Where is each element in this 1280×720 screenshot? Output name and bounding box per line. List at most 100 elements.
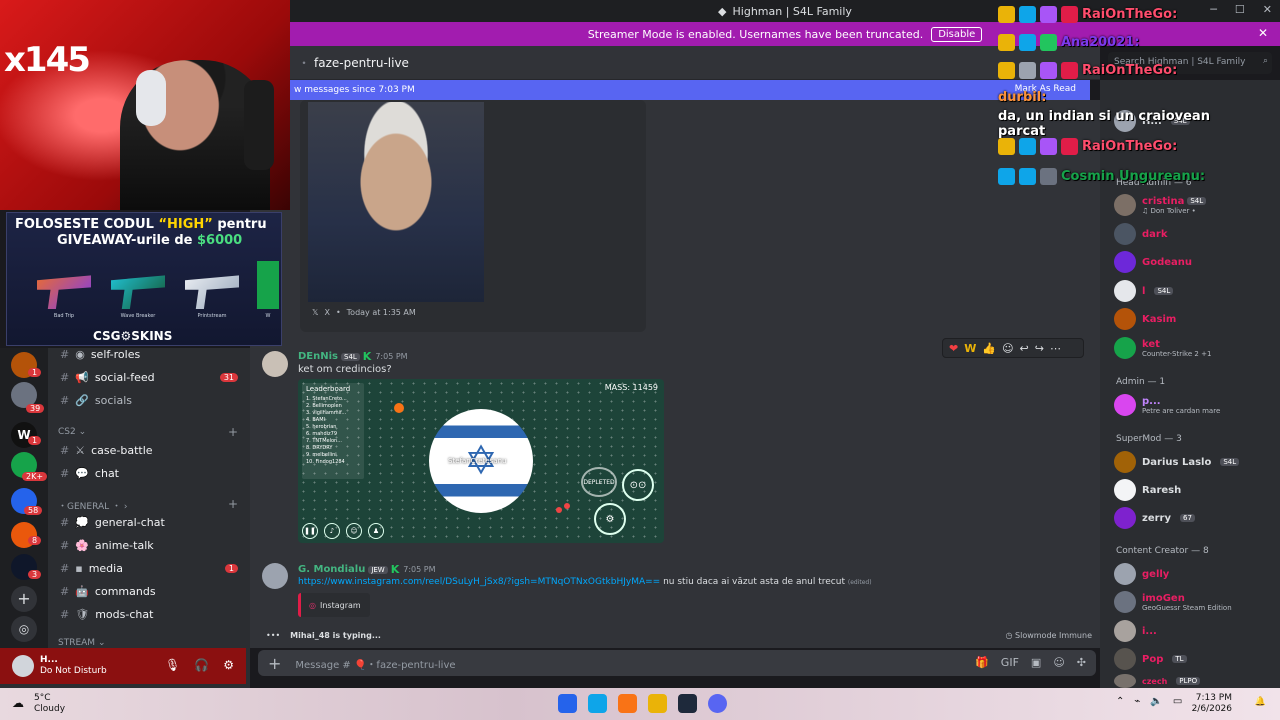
split-button[interactable]: ⊙⊙ bbox=[622, 469, 654, 501]
add-channel-icon[interactable]: + bbox=[228, 425, 238, 439]
plus-icon[interactable]: + bbox=[268, 654, 281, 673]
channel-media[interactable]: # ▪ media bbox=[60, 562, 123, 575]
badge-icon bbox=[1019, 138, 1036, 155]
member-item[interactable]: Raresh bbox=[1114, 479, 1181, 501]
message-author[interactable]: DEnNis bbox=[298, 351, 338, 362]
member-item[interactable]: cristina S4L ♫ Don Toliver • bbox=[1114, 194, 1207, 216]
game-screenshot[interactable]: Leaderboard 1. StefanCreto... 2. Bellimo… bbox=[298, 379, 664, 543]
member-item[interactable]: Godeanu bbox=[1114, 251, 1192, 273]
avatar[interactable] bbox=[262, 351, 288, 377]
volume-icon[interactable]: 🔈 bbox=[1150, 696, 1162, 707]
user-name: H... bbox=[40, 655, 58, 665]
channel-chat[interactable]: # 💬 chat bbox=[60, 467, 119, 480]
channel-socials[interactable]: # 🔗 socials bbox=[60, 394, 132, 407]
embed-image[interactable] bbox=[308, 102, 484, 302]
channel-general-chat[interactable]: # 💭 general-chat bbox=[60, 516, 165, 529]
tweet-embed[interactable]: 𝕏 X • Today at 1:35 AM bbox=[300, 100, 646, 332]
network-icon[interactable]: ⌁ bbox=[1134, 696, 1140, 707]
forward-icon[interactable]: ↪ bbox=[1035, 342, 1044, 355]
add-reaction-icon[interactable]: ☺ bbox=[1002, 342, 1013, 355]
start-icon[interactable] bbox=[558, 694, 577, 713]
member-item[interactable]: gelly bbox=[1114, 563, 1169, 585]
chat-line: RaiOnTheGo: bbox=[998, 6, 1177, 23]
brave-icon[interactable] bbox=[618, 694, 637, 713]
add-channel-icon[interactable]: + bbox=[228, 497, 238, 511]
member-item[interactable]: dark bbox=[1114, 223, 1168, 245]
member-name: i... bbox=[1142, 625, 1157, 637]
member-item[interactable]: Kasim bbox=[1114, 308, 1176, 330]
w-reaction-icon[interactable]: W bbox=[964, 342, 976, 355]
member-item[interactable]: czech PLPO bbox=[1114, 674, 1201, 688]
eject-button[interactable]: ⚙ bbox=[594, 503, 626, 535]
disable-streamer-mode-button[interactable]: Disable bbox=[931, 26, 983, 42]
badge-icon bbox=[998, 168, 1015, 185]
edited-label: (edited) bbox=[847, 579, 872, 586]
sub-icon bbox=[1061, 6, 1078, 23]
notification-icon[interactable]: 🔔 bbox=[1255, 697, 1266, 707]
channel-case-battle[interactable]: # ⚔ case-battle bbox=[60, 444, 153, 457]
member-item[interactable]: Pop TL bbox=[1114, 648, 1187, 670]
avatar[interactable] bbox=[262, 563, 288, 589]
steam-icon[interactable] bbox=[678, 694, 697, 713]
member-item[interactable]: Darius Laslo S4L bbox=[1114, 451, 1240, 473]
apps-icon[interactable]: ✣ bbox=[1077, 656, 1086, 669]
channel-anime-talk[interactable]: # 🌸 anime-talk bbox=[60, 539, 154, 552]
emoji-icon[interactable]: ☺ bbox=[1053, 656, 1064, 669]
avatar[interactable] bbox=[12, 655, 34, 677]
chevron-up-icon[interactable]: ⌃ bbox=[1116, 696, 1124, 707]
clock[interactable]: 7:13 PM 2/6/2026 bbox=[1192, 693, 1232, 715]
reply-icon[interactable]: ↩ bbox=[1020, 342, 1029, 355]
group-header: SuperMod — 3 bbox=[1116, 434, 1182, 444]
rifle-skin-image bbox=[257, 261, 279, 309]
instagram-icon: ◎ bbox=[309, 600, 316, 610]
chat-line: RaiOnTheGo: bbox=[998, 138, 1177, 155]
member-name: cristina bbox=[1142, 195, 1185, 207]
category-stream[interactable]: STREAM ⌄ bbox=[58, 638, 105, 648]
depleted-button[interactable]: DEPLETED bbox=[581, 467, 617, 497]
slowmode-indicator: ◷ Slowmode Immune bbox=[1005, 631, 1092, 640]
headphones-icon[interactable]: 🎧 bbox=[194, 658, 209, 672]
member-item[interactable]: ket Counter-Strike 2 +1 bbox=[1114, 337, 1211, 359]
tag-badge: 67 bbox=[1179, 514, 1195, 522]
discover-icon[interactable]: ◎ bbox=[11, 616, 37, 642]
music-icon[interactable]: ♪ bbox=[324, 523, 340, 539]
new-messages-bar[interactable]: w messages since 7:03 PM Mark As Read bbox=[290, 80, 1090, 100]
battery-icon[interactable]: ▭ bbox=[1173, 696, 1182, 707]
thumbsup-reaction-icon[interactable]: 👍 bbox=[982, 342, 996, 355]
emote-icon[interactable]: ☺ bbox=[346, 523, 362, 539]
task-view-icon[interactable] bbox=[588, 694, 607, 713]
member-item[interactable]: i... bbox=[1114, 620, 1157, 642]
sticker-icon[interactable]: ▣ bbox=[1031, 656, 1041, 669]
category-cs2[interactable]: CS2 ⌄ bbox=[58, 427, 86, 437]
avatar bbox=[1114, 251, 1136, 273]
user-icon[interactable]: ♟ bbox=[368, 523, 384, 539]
weather-widget[interactable]: 5°C Cloudy bbox=[34, 693, 65, 715]
gif-icon[interactable]: GIF bbox=[1001, 656, 1019, 669]
message-author[interactable]: G. Mondialu bbox=[298, 564, 365, 575]
settings-icon[interactable]: ⚙ bbox=[223, 658, 234, 672]
pause-icon[interactable]: ❚❚ bbox=[302, 523, 318, 539]
discord-icon[interactable] bbox=[708, 694, 727, 713]
channel-mods-chat[interactable]: # 🛡 mods-chat bbox=[60, 608, 153, 621]
add-server-icon[interactable]: + bbox=[11, 586, 37, 612]
member-item[interactable]: p... Petre are cardan mare bbox=[1114, 394, 1220, 416]
instagram-embed[interactable]: ◎ Instagram bbox=[298, 593, 370, 617]
message-composer[interactable]: + Message # 🎈・faze-pentru-live 🎁 GIF ▣ ☺… bbox=[258, 650, 1096, 676]
member-item[interactable]: imoGen GeoGuessr Steam Edition bbox=[1114, 591, 1232, 613]
file-explorer-icon[interactable] bbox=[648, 694, 667, 713]
channel-social-feed[interactable]: # 📢 social-feed bbox=[60, 371, 155, 384]
category-general[interactable]: ・GENERAL ・ › bbox=[58, 499, 127, 512]
channel-commands[interactable]: # 🤖 commands bbox=[60, 585, 156, 598]
member-item[interactable]: zerry 67 bbox=[1114, 507, 1195, 529]
channel-label: self-roles bbox=[90, 348, 141, 361]
more-icon[interactable]: ⋯ bbox=[1050, 342, 1061, 355]
channel-self-roles[interactable]: # ◉ self-roles bbox=[60, 348, 140, 361]
gift-icon[interactable]: 🎁 bbox=[975, 656, 989, 669]
typing-text: Mihai_48 is typing... bbox=[290, 631, 381, 640]
heart-reaction-icon[interactable]: ❤ bbox=[949, 342, 958, 355]
weather-icon[interactable]: ☁ bbox=[12, 696, 24, 710]
server-badge: 3 bbox=[28, 570, 42, 579]
member-item[interactable]: l S4L bbox=[1114, 280, 1174, 302]
microphone-icon[interactable]: 🎙 bbox=[165, 658, 180, 672]
instagram-link[interactable]: https://www.instagram.com/reel/DSuLyH_jS… bbox=[298, 577, 660, 587]
